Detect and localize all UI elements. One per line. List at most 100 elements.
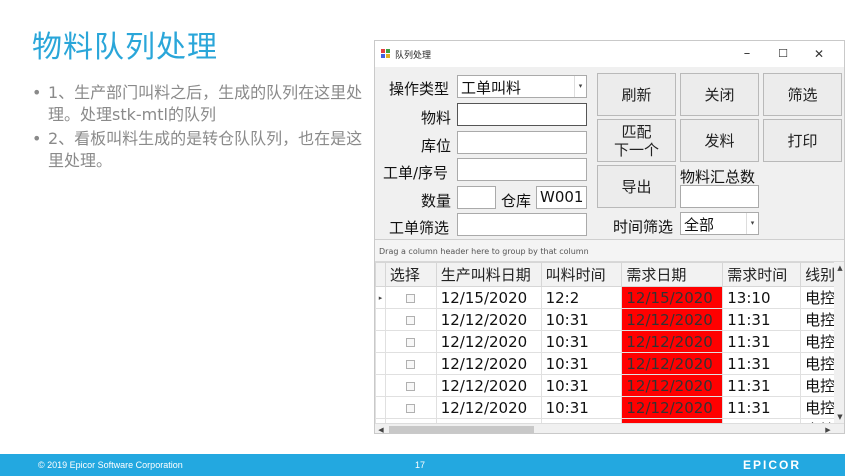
select-checkbox-cell[interactable]	[384, 352, 437, 375]
time-filter-select[interactable]: 全部 ▾	[680, 212, 759, 235]
row-indicator: ▸	[375, 286, 386, 309]
row-indicator	[375, 308, 386, 331]
time-filter-value: 全部	[684, 216, 715, 234]
material-label: 物料	[421, 109, 452, 127]
material-total-value	[680, 185, 759, 208]
table-row[interactable]: 12/12/202010:3112/12/202011:31电控	[375, 396, 844, 419]
select-checkbox-cell[interactable]	[384, 308, 437, 331]
table-row[interactable]: 12/12/202010:3112/12/202011:31电控	[375, 374, 844, 397]
checkbox[interactable]	[406, 337, 416, 347]
job-filter-input[interactable]	[457, 213, 587, 236]
window-title: 队列处理	[395, 51, 432, 61]
group-by-panel[interactable]: Drag a column header here to group by th…	[375, 240, 844, 262]
grid-cell[interactable]: 12/12/2020	[621, 308, 724, 331]
select-checkbox-cell[interactable]	[384, 396, 437, 419]
app-icon	[381, 49, 391, 58]
bullet-item: 2、看板叫料生成的是转仓队队列，也在是这里处理。	[30, 128, 370, 172]
select-checkbox-cell[interactable]	[384, 286, 437, 309]
grid-cell[interactable]: 11:31	[722, 352, 802, 375]
checkbox[interactable]	[406, 403, 416, 413]
scroll-up-icon[interactable]: ▲	[834, 262, 844, 274]
grid-cell[interactable]: 11:31	[722, 374, 802, 397]
form-area: 操作类型 工单叫料 ▾ 物料 库位 工单/序号 数量 仓库 W001 工单筛选 …	[375, 67, 844, 239]
grid-cell[interactable]: 12/12/2020	[621, 330, 724, 353]
grid-cell[interactable]: 12/12/2020	[621, 374, 724, 397]
chevron-down-icon[interactable]: ▾	[574, 76, 586, 97]
minimize-button[interactable]: –	[731, 44, 763, 64]
table-row[interactable]: 12/12/202010:3112/12/202011:31电控	[375, 330, 844, 353]
grid-cell[interactable]: 10:31	[540, 374, 623, 397]
column-header[interactable]: 叫料时间	[540, 262, 623, 287]
column-header[interactable]: 生产叫料日期	[435, 262, 542, 287]
maximize-button[interactable]: ☐	[767, 44, 799, 64]
grid-cell[interactable]: 11:31	[722, 308, 802, 331]
grid-cell[interactable]: 12/15/2020	[621, 286, 724, 309]
chevron-down-icon[interactable]: ▾	[746, 213, 758, 234]
grid-cell[interactable]: 13:10	[722, 286, 802, 309]
export-button[interactable]: 导出	[597, 165, 676, 208]
page-number: 17	[415, 460, 426, 470]
scroll-left-icon[interactable]: ◀	[375, 424, 387, 433]
match-next-button[interactable]: 匹配 下一个	[597, 119, 676, 162]
epicor-logo: EPICOR	[742, 458, 801, 472]
grid-cell[interactable]: 12/12/2020	[435, 330, 542, 353]
checkbox[interactable]	[406, 381, 416, 391]
bullet-list: 1、生产部门叫料之后，生成的队列在这里处理。处理stk-mtl的队列 2、看板叫…	[30, 82, 370, 174]
time-filter-label: 时间筛选	[613, 218, 674, 236]
horizontal-scrollbar[interactable]: ◀ ▶	[375, 423, 844, 433]
scroll-down-icon[interactable]: ▼	[834, 411, 844, 423]
job-input[interactable]	[457, 158, 587, 181]
op-type-select[interactable]: 工单叫料 ▾	[457, 75, 587, 98]
op-type-value: 工单叫料	[461, 79, 522, 97]
grid-cell[interactable]: 12/12/2020	[435, 396, 542, 419]
grid-cell[interactable]: 12/15/2020	[435, 286, 542, 309]
grid-cell[interactable]: 12/12/2020	[621, 396, 724, 419]
table-row[interactable]: 12/12/202010:3112/12/202011:31电控	[375, 308, 844, 331]
close-button[interactable]: 关闭	[680, 73, 759, 116]
issue-button[interactable]: 发料	[680, 119, 759, 162]
grid-cell[interactable]: 11:31	[722, 396, 802, 419]
grid-cell[interactable]: 12/12/2020	[435, 352, 542, 375]
grid-cell[interactable]: 10:31	[540, 308, 623, 331]
material-input[interactable]	[457, 103, 587, 126]
vertical-scrollbar[interactable]: ▲ ▼	[834, 262, 844, 423]
select-checkbox-cell[interactable]	[384, 330, 437, 353]
scroll-right-icon[interactable]: ▶	[822, 424, 834, 433]
table-row[interactable]: ▸ 12/15/2020 12:2 12/15/2020 13:10 电控	[375, 286, 844, 309]
checkbox[interactable]	[406, 315, 416, 325]
grid-cell[interactable]: 12/12/2020	[621, 352, 724, 375]
job-label: 工单/序号	[383, 164, 449, 182]
refresh-button[interactable]: 刷新	[597, 73, 676, 116]
grid-cell[interactable]: 10:31	[540, 330, 623, 353]
grid-cell[interactable]: 11:31	[722, 330, 802, 353]
scroll-thumb[interactable]	[389, 426, 534, 433]
material-total-label: 物料汇总数	[680, 168, 756, 186]
checkbox[interactable]	[406, 293, 416, 303]
warehouse-label: 仓库	[501, 192, 532, 210]
print-button[interactable]: 打印	[763, 119, 842, 162]
copyright-text: © 2019 Epicor Software Corporation	[38, 460, 183, 470]
table-row[interactable]: 12/12/202010:3112/12/202011:31电控	[375, 352, 844, 375]
window-titlebar: 队列处理 – ☐ ✕	[375, 41, 844, 67]
grid-cell[interactable]: 10:31	[540, 396, 623, 419]
queue-grid: Drag a column header here to group by th…	[375, 239, 844, 433]
select-checkbox-cell[interactable]	[384, 374, 437, 397]
warehouse-input[interactable]: W001	[536, 186, 587, 209]
grid-cell[interactable]: 12:2	[540, 286, 623, 309]
close-window-button[interactable]: ✕	[803, 44, 835, 64]
grid-cell[interactable]: 10:31	[540, 352, 623, 375]
grid-cell[interactable]: 12/12/2020	[435, 374, 542, 397]
row-indicator	[375, 374, 386, 397]
grid-header-row: 选择 生产叫料日期 叫料时间 需求日期 需求时间 线别	[375, 262, 844, 287]
column-header[interactable]: 需求时间	[722, 262, 802, 287]
job-filter-label: 工单筛选	[389, 219, 450, 237]
qty-label: 数量	[421, 192, 452, 210]
grid-cell[interactable]: 12/12/2020	[435, 308, 542, 331]
checkbox[interactable]	[406, 359, 416, 369]
op-type-label: 操作类型	[389, 80, 450, 98]
column-header[interactable]: 选择	[384, 262, 437, 287]
column-header[interactable]: 需求日期	[621, 262, 724, 287]
filter-button[interactable]: 筛选	[763, 73, 842, 116]
bin-input[interactable]	[457, 131, 587, 154]
qty-input[interactable]	[457, 186, 496, 209]
